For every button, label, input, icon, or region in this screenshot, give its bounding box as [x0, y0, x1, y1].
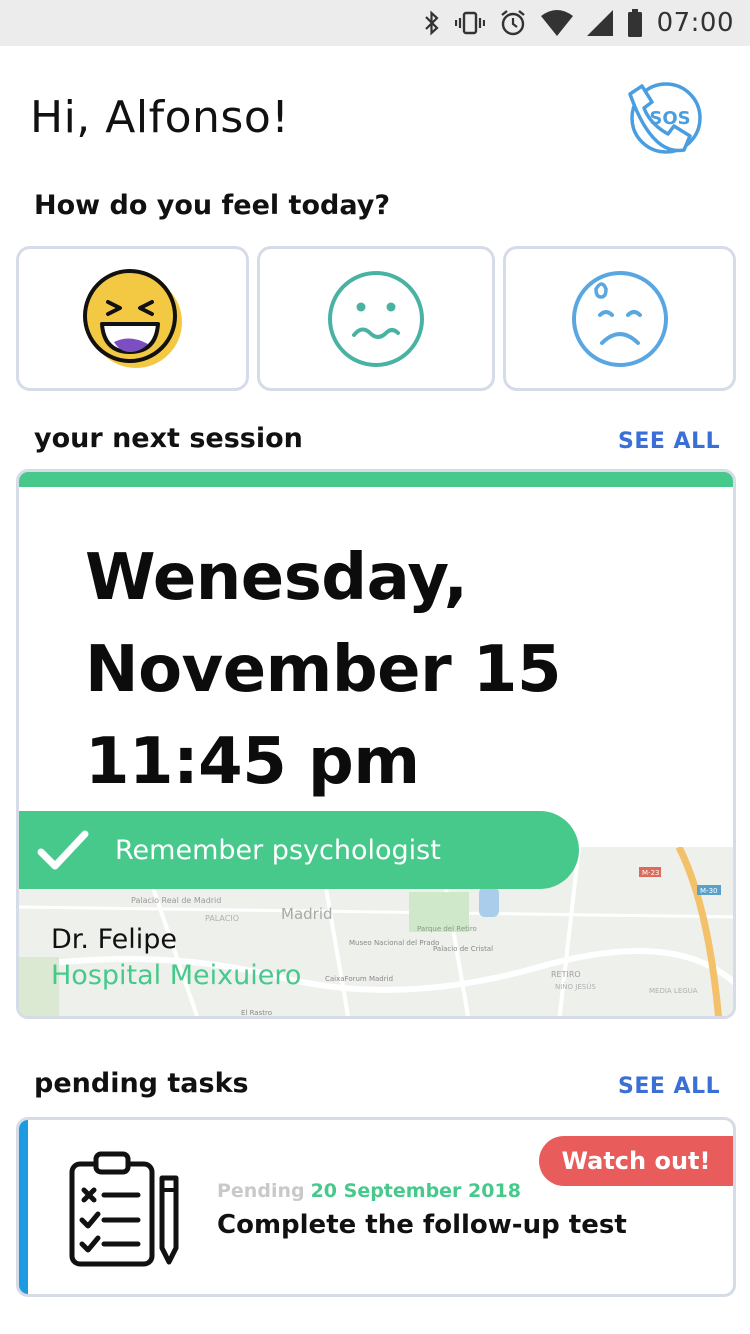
next-session-title: your next session: [34, 423, 303, 454]
map-label-m23: M-23: [642, 869, 659, 877]
sad-sweat-face-icon: [571, 270, 668, 367]
laughing-face-icon: [82, 268, 182, 368]
session-datetime: Wenesday, November 15 11:45 pm: [85, 532, 561, 808]
sos-phone-icon: SOS: [628, 82, 702, 154]
task-accent-bar: [19, 1120, 28, 1294]
map-label-city: Madrid: [281, 905, 333, 923]
map-label-palace: Palacio Real de Madrid: [131, 896, 221, 905]
task-meta: Pending 20 September 2018: [217, 1180, 521, 1202]
queasy-face-icon: [328, 270, 424, 367]
task-date: 20 September 2018: [310, 1180, 521, 1202]
map-label-museum: Museo Nacional del Prado: [349, 939, 439, 947]
pending-tasks-title: pending tasks: [34, 1068, 249, 1099]
doctor-name: Dr. Felipe: [51, 924, 177, 955]
greeting-title: Hi, Alfonso!: [30, 92, 290, 143]
alarm-icon: [499, 9, 527, 37]
session-card[interactable]: Wenesday, November 15 11:45 pm Madrid Pa…: [16, 469, 736, 1019]
battery-icon: [627, 9, 643, 37]
vibrate-icon: [454, 10, 485, 36]
mood-option-happy[interactable]: [16, 246, 249, 391]
task-status: Pending: [217, 1180, 305, 1202]
mood-option-queasy[interactable]: [257, 246, 495, 391]
bluetooth-icon: [423, 10, 441, 36]
map-label-nino-jesus: NIÑO JESÚS: [555, 982, 596, 991]
map-label-crystal: Palacio de Cristal: [433, 945, 493, 953]
task-card[interactable]: Watch out! Pending 20 September 2018 Comp…: [16, 1117, 736, 1297]
map-label-caixaforum: CaixaForum Madrid: [325, 975, 393, 983]
wifi-icon: [540, 10, 573, 36]
session-date: November 15: [85, 633, 561, 707]
status-bar: 07:00: [0, 0, 750, 46]
signal-icon: [586, 10, 613, 36]
session-weekday: Wenesday,: [85, 541, 468, 615]
watch-out-badge: Watch out!: [539, 1136, 733, 1186]
see-all-tasks-link[interactable]: SEE ALL: [618, 1074, 720, 1099]
remember-label: Remember psychologist: [115, 834, 441, 866]
mood-question: How do you feel today?: [34, 190, 390, 221]
checkmark-icon: [37, 830, 89, 870]
map-label-district: PALACIO: [205, 914, 239, 923]
session-accent-bar: [19, 472, 733, 487]
task-title: Complete the follow-up test: [217, 1210, 627, 1240]
sos-button[interactable]: SOS: [616, 76, 712, 168]
map-label-media-legua: MEDIA LEGUA: [649, 987, 698, 995]
session-time: 11:45 pm: [85, 725, 420, 799]
map-label-m30: M-30: [700, 887, 717, 895]
see-all-sessions-link[interactable]: SEE ALL: [618, 429, 720, 454]
hospital-name[interactable]: Hospital Meixuiero: [51, 960, 301, 991]
status-time: 07:00: [656, 8, 734, 38]
mood-option-sad[interactable]: [503, 246, 736, 391]
remember-psychologist-button[interactable]: Remember psychologist: [19, 811, 579, 889]
map-label-retiro: RETIRO: [551, 970, 581, 979]
map-label-rastro: El Rastro: [241, 1009, 272, 1017]
map-label-park: Parque del Retiro: [417, 925, 477, 933]
sos-label: SOS: [649, 108, 690, 129]
checklist-icon: [69, 1151, 179, 1267]
